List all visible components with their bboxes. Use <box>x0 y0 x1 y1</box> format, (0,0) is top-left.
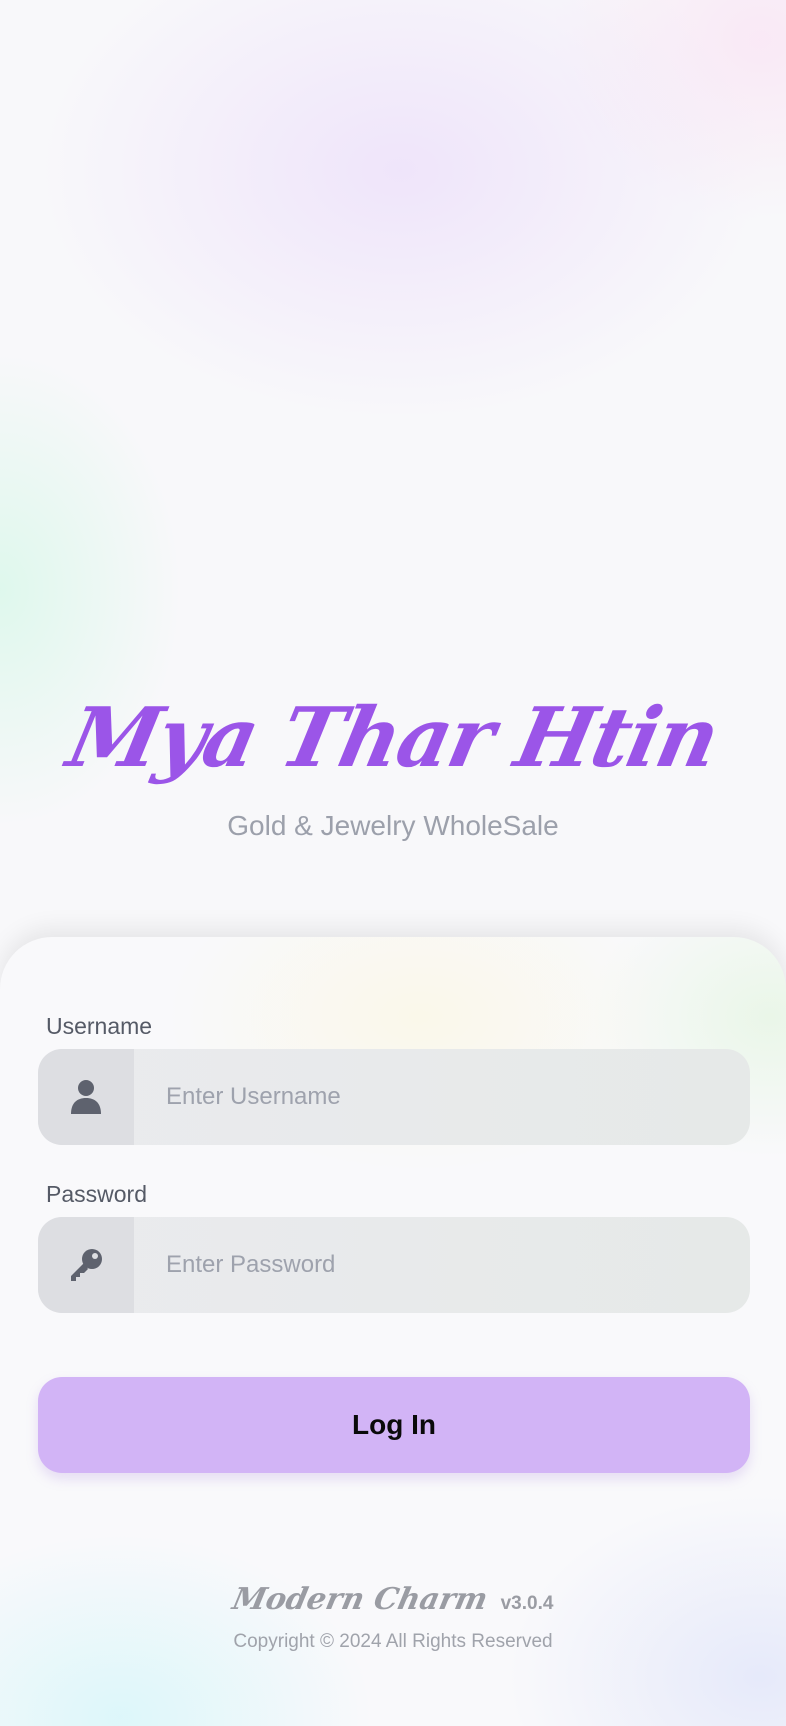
brand-title: Mya Thar Htin <box>59 690 727 786</box>
password-input-group <box>38 1217 750 1313</box>
footer: Modern Charm v3.0.4 Copyright © 2024 All… <box>0 1582 786 1653</box>
password-label: Password <box>46 1181 147 1207</box>
footer-brand-line: Modern Charm v3.0.4 <box>0 1582 786 1617</box>
username-input[interactable] <box>134 1049 750 1145</box>
footer-brand: Modern Charm <box>228 1582 491 1617</box>
username-label: Username <box>46 1013 153 1039</box>
copyright-text: Copyright © 2024 All Rights Reserved <box>233 1631 553 1652</box>
user-icon <box>71 1080 101 1114</box>
brand-subtitle: Gold & Jewelry WholeSale <box>227 810 559 841</box>
app-version: v3.0.4 <box>500 1593 554 1614</box>
login-card: Username Password Log In Modern Charm v3… <box>0 937 786 1726</box>
brand-header: Mya Thar Htin Gold & Jewelry WholeSale <box>0 690 786 842</box>
key-icon <box>71 1249 102 1281</box>
password-input[interactable] <box>134 1217 750 1313</box>
password-icon-box <box>38 1217 134 1313</box>
login-button[interactable]: Log In <box>38 1377 750 1473</box>
username-icon-box <box>38 1049 134 1145</box>
username-input-group <box>38 1049 750 1145</box>
